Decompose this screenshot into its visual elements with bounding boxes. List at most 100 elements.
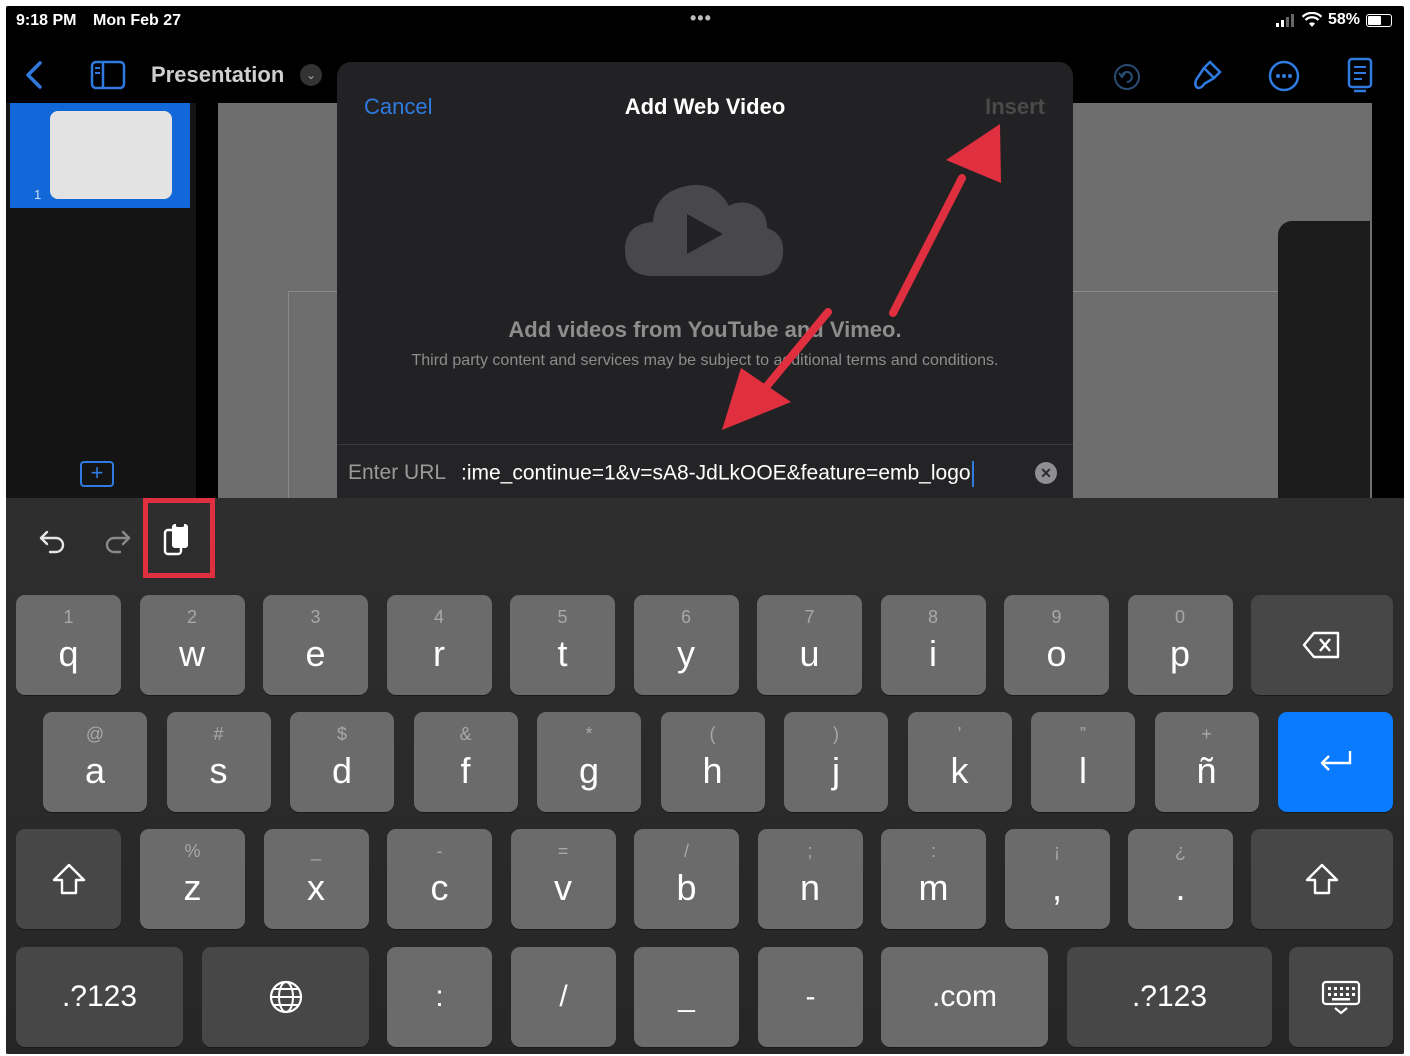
numbers-key-left[interactable]: .?123 [16,947,183,1047]
colon-key[interactable]: : [387,947,492,1047]
battery-icon [1366,13,1392,27]
multitasking-dots[interactable]: ••• [690,8,712,29]
key-label: y [677,633,695,674]
key-r3-4[interactable]: / b [634,829,739,929]
key-label: g [578,750,600,791]
underscore-key[interactable]: _ [634,947,739,1047]
key-r2-2[interactable]: $ d [290,712,394,812]
key-hint: 8 [927,607,938,627]
key-r2-7[interactable]: ’ k [907,712,1012,812]
key-r3-0[interactable]: % z [140,829,245,929]
key-r1-6[interactable]: 7u [757,595,862,695]
dismiss-keyboard-key[interactable] [1289,947,1393,1047]
document-title[interactable]: Presentation [151,62,284,88]
key-r2-8[interactable]: ” l [1031,712,1135,812]
key-r1-4[interactable]: 5t [510,595,615,695]
dotcom-key-label: .com [931,980,997,1013]
key-hint: $ [336,724,347,744]
key-r2-6[interactable]: ) j [784,712,888,812]
key-r3-2[interactable]: -c [387,829,492,929]
key-r2-0[interactable]: @ a [43,712,147,812]
key-r2-1[interactable]: # s [166,712,271,812]
key-label: e [305,633,326,674]
key-hint: # [213,724,224,744]
key-hint: 1 [63,607,74,627]
url-input[interactable]: :ime_continue=1&v=sA8-JdLkOOE&feature=em… [461,461,974,487]
url-text: :ime_continue=1&v=sA8-JdLkOOE&feature=em… [461,461,971,485]
return-key[interactable] [1278,712,1393,812]
numbers-key-right[interactable]: .?123 [1067,947,1272,1047]
key-hint: + [1201,724,1212,744]
battery-fill [1368,15,1381,25]
more-options-icon[interactable] [1268,60,1300,92]
delete-key[interactable] [1251,595,1393,695]
dialog-heading: Add videos from YouTube and Vimeo. [508,317,902,342]
shift-arrow-icon [52,863,85,895]
format-brush-icon[interactable] [1190,58,1224,92]
redo-arrow-icon[interactable] [102,526,132,556]
back-chevron-icon[interactable] [24,60,44,90]
shift-key-right[interactable] [1251,829,1393,929]
globe-key[interactable] [202,947,369,1047]
dotcom-key[interactable]: .com [881,947,1048,1047]
key-label: r [433,633,445,674]
key-label: b [676,867,697,908]
key-hint: 7 [804,607,815,627]
key-label: o [1046,633,1067,674]
slide-number: 1 [34,187,42,202]
presenter-notes-icon[interactable] [1346,56,1374,94]
key-r1-9[interactable]: 0p [1127,595,1233,695]
key-r3-7[interactable]: ¡, [1004,829,1110,929]
key-label: s [209,750,228,791]
slash-key[interactable]: / [511,947,616,1047]
key-r1-2[interactable]: 3e [263,595,368,695]
key-r2-9[interactable]: + ñ [1154,712,1259,812]
key-hint: ) [833,724,839,744]
add-web-video-dialog: Cancel Add Web Video Insert Add videos f… [337,62,1073,512]
title-menu-chevron-icon[interactable]: ⌄ [300,64,322,86]
wifi-icon [1301,12,1322,27]
key-label: . [1175,867,1186,908]
key-r1-5[interactable]: 6y [633,595,739,695]
key-r3-6[interactable]: :m [881,829,986,929]
undo-arrow-icon[interactable] [38,526,68,556]
key-r2-3[interactable]: & f [413,712,518,812]
key-label: f [460,750,471,791]
clear-text-icon[interactable]: ✕ [1035,462,1057,484]
key-label: p [1169,633,1191,674]
key-hint: 6 [680,607,691,627]
key-label: n [799,867,821,908]
key-label: q [58,633,79,674]
key-label: d [331,750,353,791]
onscreen-keyboard: 1q2w3e4r5t6y7u8i9o0p @ a # s $ d & f * g(h) j’ k” l +… [6,498,1404,1054]
key-label: a [84,750,106,791]
insert-button[interactable]: Insert [985,94,1045,120]
numbers-key-label: .?123 [61,980,138,1013]
slide-thumbnail-image [50,111,172,199]
navigator-toggle-icon[interactable] [90,60,126,90]
key-r3-8[interactable]: ¿. [1128,829,1233,929]
key-r1-8[interactable]: 9o [1004,595,1109,695]
add-slide-icon[interactable]: + [80,461,114,487]
key-r3-5[interactable]: ; n [757,829,863,929]
key-hint: 2 [186,607,197,627]
key-r1-0[interactable]: 1q [16,595,121,695]
key-r3-1[interactable]: _ x [263,829,369,929]
key-r3-3[interactable]: = v [510,829,616,929]
text-cursor [971,461,974,487]
status-time: 9:18 PM [16,12,77,29]
shift-key-left[interactable] [16,829,121,929]
key-r1-1[interactable]: 2w [139,595,245,695]
dash-key[interactable]: - [758,947,863,1047]
key-r2-5[interactable]: (h [660,712,765,812]
url-field[interactable]: Enter URL :ime_continue=1&v=sA8-JdLkOOE&… [337,444,1073,500]
key-r1-3[interactable]: 4r [386,595,492,695]
undo-icon[interactable] [1112,62,1142,92]
key-r2-4[interactable]: * g [537,712,641,812]
slide-thumbnail-selected[interactable]: 1 [10,103,190,208]
key-hint: ’ [957,724,962,744]
underscore-key-label: _ [678,980,695,1013]
battery-percent: 58% [1327,11,1360,28]
cloud-video-icon [625,184,784,276]
key-r1-7[interactable]: 8i [880,595,986,695]
